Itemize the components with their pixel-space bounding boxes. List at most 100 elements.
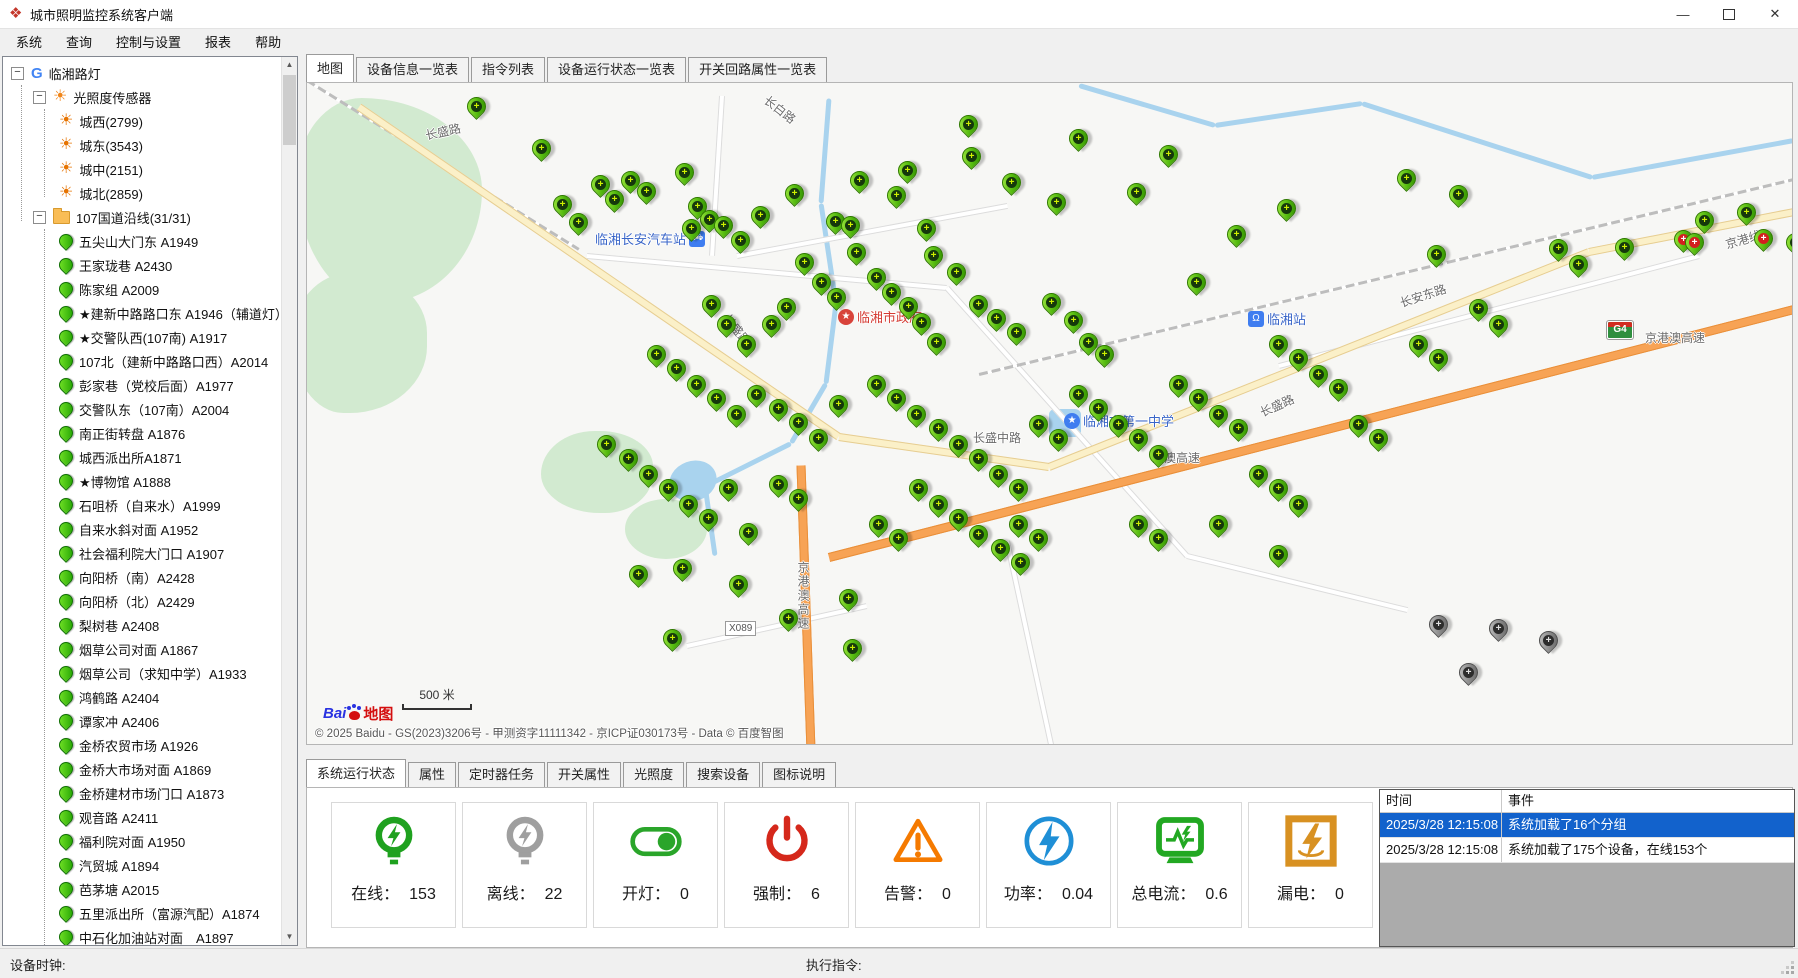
tree-item-device-A2430[interactable]: 王家珑巷 A2430 bbox=[3, 253, 281, 277]
map-pin-online[interactable]: + bbox=[955, 111, 982, 138]
scroll-thumb[interactable] bbox=[283, 75, 296, 145]
tree-item-device-A2411[interactable]: 观音路 A2411 bbox=[3, 805, 281, 829]
map-pin-online[interactable]: + bbox=[865, 511, 892, 538]
map-pin-online[interactable]: + bbox=[1025, 525, 1052, 552]
tree-item-device-A1871[interactable]: 城西派出所A1871 bbox=[3, 445, 281, 469]
tree-item-root[interactable]: −G临湘路灯 bbox=[3, 61, 281, 85]
map-pin-online[interactable]: + bbox=[669, 555, 696, 582]
tree-item-device-A1917[interactable]: ★交警队西(107南) A1917 bbox=[3, 325, 281, 349]
tree-item-sensor-2[interactable]: ☀城中(2151) bbox=[3, 157, 281, 181]
minimize-button[interactable]: — bbox=[1660, 0, 1706, 28]
close-button[interactable]: ✕ bbox=[1752, 0, 1798, 28]
tree-item-sensor-0[interactable]: ☀城西(2799) bbox=[3, 109, 281, 133]
event-row[interactable]: 2025/3/28 12:15:08系统加载了16个分组 bbox=[1380, 813, 1794, 838]
map-pin-online[interactable]: + bbox=[1225, 415, 1252, 442]
map-pin-online[interactable]: + bbox=[1245, 461, 1272, 488]
map-pin-online[interactable]: + bbox=[1405, 331, 1432, 358]
map-pin-online[interactable]: + bbox=[747, 202, 774, 229]
map-pin-offline[interactable]: + bbox=[1485, 615, 1512, 642]
map-pin-online[interactable]: + bbox=[643, 341, 670, 368]
tab-switch-prop[interactable]: 开关属性 bbox=[547, 762, 621, 787]
map-pin-online[interactable]: + bbox=[894, 157, 921, 184]
tree-item-sensor-1[interactable]: ☀城东(3543) bbox=[3, 133, 281, 157]
map-pin-online[interactable]: + bbox=[846, 167, 873, 194]
tab-illuminance[interactable]: 光照度 bbox=[623, 762, 684, 787]
tree-item-device-A2009[interactable]: 陈家组 A2009 bbox=[3, 277, 281, 301]
column-header-time[interactable]: 时间 bbox=[1380, 790, 1502, 812]
map-pin-online[interactable]: + bbox=[735, 519, 762, 546]
tree-item-device-A1949[interactable]: 五尖山大门东 A1949 bbox=[3, 229, 281, 253]
map-pin-offline[interactable]: + bbox=[1455, 659, 1482, 686]
map-pin-online[interactable]: + bbox=[925, 415, 952, 442]
tree-item-device-A2015[interactable]: 芭茅塘 A2015 bbox=[3, 877, 281, 901]
map-pin-online[interactable]: + bbox=[965, 445, 992, 472]
tree-item-device-A1907[interactable]: 社会福利院大门口 A1907 bbox=[3, 541, 281, 565]
map-pin-online[interactable]: + bbox=[923, 329, 950, 356]
map-pin-online[interactable]: + bbox=[1265, 541, 1292, 568]
tree-item-device-A1867[interactable]: 烟草公司对面 A1867 bbox=[3, 637, 281, 661]
tab-search-device[interactable]: 搜索设备 bbox=[686, 762, 760, 787]
tree-item-device-A2404[interactable]: 鸿鹤路 A2404 bbox=[3, 685, 281, 709]
map-pin-online[interactable]: + bbox=[1393, 165, 1420, 192]
scroll-up-icon[interactable]: ▲ bbox=[282, 57, 297, 73]
map-pin-online[interactable]: + bbox=[883, 385, 910, 412]
tree-item-device-A1946[interactable]: ★建新中路路口东 A1946（辅道灯） bbox=[3, 301, 281, 325]
map-pin-online[interactable]: + bbox=[1025, 411, 1052, 438]
map-pin-online[interactable]: + bbox=[839, 635, 866, 662]
tree-item-device-A1888[interactable]: ★博物馆 A1888 bbox=[3, 469, 281, 493]
tree-scrollbar[interactable]: ▲ ▼ bbox=[281, 57, 297, 945]
map-pin-online[interactable]: + bbox=[843, 239, 870, 266]
map-pin-online[interactable]: + bbox=[671, 159, 698, 186]
menu-item-query[interactable]: 查询 bbox=[56, 29, 102, 54]
tab-command-list[interactable]: 指令列表 bbox=[471, 57, 545, 82]
menu-item-control-settings[interactable]: 控制与设置 bbox=[106, 29, 191, 54]
tab-timer-task[interactable]: 定时器任务 bbox=[458, 762, 545, 787]
event-row[interactable]: 2025/3/28 12:15:08系统加载了175个设备，在线153个 bbox=[1380, 838, 1794, 863]
map-pin-online[interactable]: + bbox=[463, 93, 490, 120]
tree-item-device-A1952[interactable]: 自来水斜对面 A1952 bbox=[3, 517, 281, 541]
map-pin-online[interactable]: + bbox=[1325, 375, 1352, 402]
tree-item-device-A1950[interactable]: 福利院对面 A1950 bbox=[3, 829, 281, 853]
tree-item-sensor-3[interactable]: ☀城北(2859) bbox=[3, 181, 281, 205]
tab-switch-loop[interactable]: 开关回路属性一览表 bbox=[688, 57, 827, 82]
map-pin-online[interactable]: + bbox=[1165, 371, 1192, 398]
map-pin-online[interactable]: + bbox=[925, 491, 952, 518]
map-pin-online[interactable]: + bbox=[723, 401, 750, 428]
map-pin-offline[interactable]: + bbox=[1535, 627, 1562, 654]
map-pin-online[interactable]: + bbox=[1485, 311, 1512, 338]
tree-item-device-A1876[interactable]: 南正街转盘 A1876 bbox=[3, 421, 281, 445]
map-pin-online[interactable]: + bbox=[781, 180, 808, 207]
menu-item-help[interactable]: 帮助 bbox=[245, 29, 291, 54]
tree-item-device-A2428[interactable]: 向阳桥（南）A2428 bbox=[3, 565, 281, 589]
tree-item-device-A2014[interactable]: 107北（建新中路路口西）A2014 bbox=[3, 349, 281, 373]
map-pin-online[interactable]: + bbox=[1155, 141, 1182, 168]
map-pin-online[interactable]: + bbox=[885, 525, 912, 552]
tree-item-road-group[interactable]: −107国道沿线(31/31) bbox=[3, 205, 281, 229]
map-pin-online[interactable]: + bbox=[1445, 181, 1472, 208]
map-pin-online[interactable]: + bbox=[958, 143, 985, 170]
column-header-event[interactable]: 事件 bbox=[1502, 790, 1534, 812]
map-pin-online[interactable]: + bbox=[1223, 221, 1250, 248]
scroll-down-icon[interactable]: ▼ bbox=[282, 929, 297, 945]
map-pin-online[interactable]: + bbox=[920, 242, 947, 269]
collapse-icon[interactable]: − bbox=[11, 67, 24, 80]
map-pin-online[interactable]: + bbox=[1060, 307, 1087, 334]
tree-item-sensor-group[interactable]: −☀光照度传感器 bbox=[3, 85, 281, 109]
map-pin-online[interactable]: + bbox=[1123, 179, 1150, 206]
tree-item-device-A1977[interactable]: 彭家巷（党校后面）A1977 bbox=[3, 373, 281, 397]
tree-item-device-A1869[interactable]: 金桥大市场对面 A1869 bbox=[3, 757, 281, 781]
map-pin-online[interactable]: + bbox=[1365, 425, 1392, 452]
map-pin-online[interactable]: + bbox=[1065, 125, 1092, 152]
map-pin-online[interactable]: + bbox=[1425, 345, 1452, 372]
map-pin-online[interactable]: + bbox=[1005, 475, 1032, 502]
tree-item-device-A1933[interactable]: 烟草公司（求知中学）A1933 bbox=[3, 661, 281, 685]
tree-item-device-A1873[interactable]: 金桥建材市场门口 A1873 bbox=[3, 781, 281, 805]
poi-rail[interactable]: Ω临湘站 bbox=[1245, 309, 1306, 328]
map-pin-online[interactable]: + bbox=[1145, 525, 1172, 552]
tree-item-device-A2408[interactable]: 梨树巷 A2408 bbox=[3, 613, 281, 637]
map-pin-online[interactable]: + bbox=[528, 135, 555, 162]
map-pin-online[interactable]: + bbox=[1003, 319, 1030, 346]
map-pin-online[interactable]: + bbox=[1782, 229, 1793, 256]
tree-item-device-A1894[interactable]: 汽贸城 A1894 bbox=[3, 853, 281, 877]
tree-item-device-A2004[interactable]: 交警队东（107南）A2004 bbox=[3, 397, 281, 421]
